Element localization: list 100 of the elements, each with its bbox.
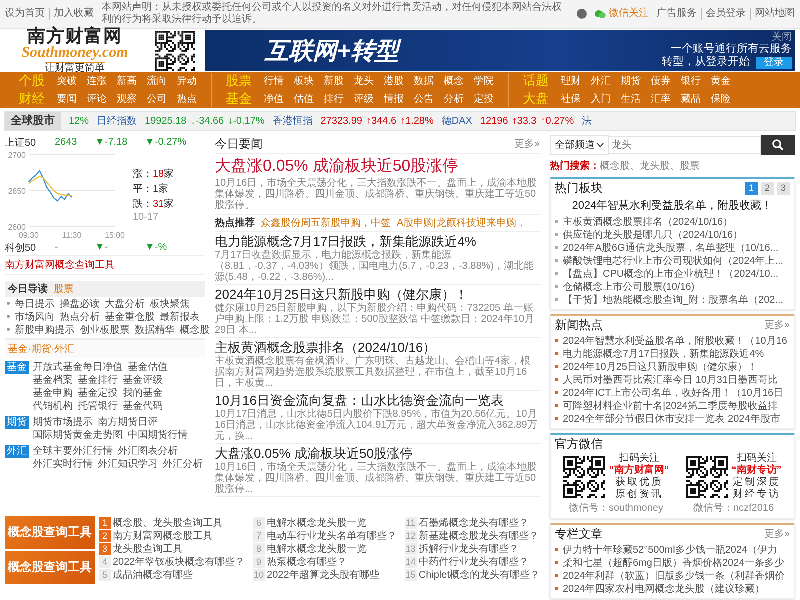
guide-link[interactable]: 基金代码 — [123, 400, 163, 413]
nav-link[interactable]: 理财 — [561, 74, 581, 88]
guide-link[interactable]: 期货市场提示 — [33, 416, 93, 429]
tool-list-link[interactable]: 新基建概念股龙头有哪些？ — [418, 528, 539, 542]
nav-link[interactable]: 港股 — [384, 74, 404, 88]
guide-link[interactable]: 国际期货黄金走势图 — [33, 429, 123, 442]
guide-link[interactable]: 创业板股票 — [80, 322, 130, 336]
article-link[interactable]: 可降塑材料企业前十名|2024第二季度每股收益排 — [563, 398, 778, 412]
guide-link[interactable]: 托管银行 — [78, 400, 118, 413]
nav-link[interactable]: 观察 — [117, 92, 137, 106]
guide-link[interactable]: 基金估值 — [128, 361, 168, 374]
nav-link[interactable]: 要闻 — [57, 92, 77, 106]
guide-link[interactable]: 板块聚焦 — [150, 296, 190, 310]
article-link[interactable]: 柔和七星（超醇6mg日版）香烟价格2024一条多少 — [563, 556, 785, 570]
article-link[interactable]: 2024年10月25日这只新股申购（健尔康）！ — [563, 360, 758, 374]
guide-link[interactable]: 概念股 — [180, 322, 210, 336]
article-link[interactable]: 【盘点】CPU概念的上市企业梳理！（2024/10... — [563, 266, 779, 280]
tool-list-link[interactable]: 热泵概念有哪些？ — [267, 554, 348, 568]
nav-link[interactable]: 汇率 — [651, 92, 671, 106]
nav-link[interactable]: 公告 — [414, 92, 434, 106]
nav-link[interactable]: 评级 — [354, 92, 374, 106]
tool-list-link[interactable]: 2022年翠钗板块概念有哪些？ — [113, 554, 246, 568]
guide-link[interactable]: 新股申购提示 — [15, 322, 75, 336]
nav-link[interactable]: 龙头 — [354, 74, 374, 88]
nav-link[interactable]: 估值 — [294, 92, 314, 106]
guide-link[interactable]: 我的基金 — [123, 387, 163, 400]
tool-list-link[interactable]: Chiplet概念的龙头有哪些？ — [418, 568, 540, 582]
guide-link[interactable]: 外汇实时行情 — [33, 458, 93, 471]
guide-link[interactable]: 外汇分析 — [163, 458, 203, 471]
nav-link[interactable]: 藏品 — [681, 92, 701, 106]
article-link[interactable]: 主板黄酒概念股票排名（2024/10/16） — [563, 214, 734, 228]
news-title-link[interactable]: 大盘涨0.05% 成渝板块近50股涨停 — [215, 446, 540, 461]
news-title-link[interactable]: 2024年10月25日这只新股申购（健尔康）！ — [215, 287, 540, 302]
nav-link[interactable]: 概念 — [444, 74, 464, 88]
article-link[interactable]: 伊力特十年珍藏52°500ml多少钱一瓶2024（伊力 — [563, 542, 778, 556]
ticker-link[interactable]: 德DAX — [442, 114, 472, 128]
guide-link[interactable]: 大盘分析 — [105, 296, 145, 310]
article-link[interactable]: 2024年ICT上市公司名单，收好备用！（10月16日 — [563, 386, 784, 400]
nav-link[interactable]: 突破 — [57, 74, 77, 88]
guide-link[interactable]: 基金申购 — [33, 387, 73, 400]
guide-link[interactable]: 最新报表 — [160, 310, 200, 324]
news-title-link[interactable]: 电力能源概念7月17日报跌，新集能源跌近4% — [215, 234, 540, 249]
channel-dropdown[interactable]: 全部频道 — [550, 135, 609, 155]
nav-link[interactable]: 外汇 — [591, 74, 611, 88]
article-link[interactable]: 磷酸铁锂电芯行业上市公司现状如何（2024年上... — [563, 254, 784, 268]
article-link[interactable]: 2024年A股6G通信龙头股票，名单整理（10/16... — [563, 240, 779, 254]
nav-link[interactable]: 社保 — [561, 92, 581, 106]
guide-link[interactable]: 南方期货日评 — [98, 416, 158, 429]
nav-link[interactable]: 排行 — [324, 92, 344, 106]
tool-list-link[interactable]: 石墨烯概念龙头有哪些？ — [418, 516, 529, 530]
nav-link[interactable]: 生活 — [621, 92, 641, 106]
article-link[interactable]: 仓储概念上市公司股票(10/16) — [563, 280, 695, 294]
top-link[interactable]: 网站地图 — [750, 8, 795, 20]
featured-link[interactable]: 2024年智慧水利受益股名单，附股收藏！ — [555, 198, 790, 213]
article-link[interactable]: 人民币对墨西哥比索汇率今日 10月31日墨西哥比 — [563, 372, 778, 386]
guide-link[interactable]: 中国期货行情 — [128, 429, 188, 442]
nav-link[interactable]: 数据 — [414, 74, 434, 88]
nav-link[interactable]: 入门 — [591, 92, 611, 106]
tool-list-link[interactable]: 龙头股查询工具 — [113, 542, 183, 556]
guide-link[interactable]: 基金评级 — [123, 374, 163, 387]
headline-link[interactable]: 大盘涨0.05% 成渝板块近50股涨停 — [215, 157, 540, 177]
nav-link[interactable]: 异动 — [177, 74, 197, 88]
tool-list-link[interactable]: 电解水概念龙头股一览 — [267, 516, 368, 530]
nav-link[interactable]: 净值 — [264, 92, 284, 106]
guide-link[interactable]: 基金定投 — [78, 387, 118, 400]
ticker-link[interactable]: 香港恒指 — [272, 114, 313, 128]
nav-link[interactable]: 新高 — [117, 74, 137, 88]
article-link[interactable]: 2024全年部分节假日休市安排一览表 2024年股市 — [563, 412, 780, 426]
nav-link[interactable]: 学院 — [474, 74, 494, 88]
news-title-link[interactable]: 主板黄酒概念股票排名（2024/10/16） — [215, 340, 540, 355]
close-icon[interactable] — [577, 9, 587, 19]
guide-link[interactable]: 基金排行 — [78, 374, 118, 387]
nav-link[interactable]: 债券 — [651, 74, 671, 88]
tool-list-link[interactable]: 中药件行业龙头有哪些？ — [418, 554, 529, 568]
article-link[interactable]: 电力能源概念7月17日报跌，新集能源跌近4% — [563, 346, 764, 360]
guide-link[interactable]: 开放式基金每日净值 — [33, 361, 123, 374]
more-link[interactable]: 更多» — [764, 527, 790, 541]
guide-link[interactable]: 外汇图表分析 — [118, 445, 178, 458]
nav-link[interactable]: 连涨 — [87, 74, 107, 88]
guide-link[interactable]: 热点分析 — [60, 310, 100, 324]
nav-link[interactable]: 定投 — [474, 92, 494, 106]
more-link[interactable]: 更多» — [514, 137, 540, 151]
article-link[interactable]: 2024年利群（软蓝）旧版多少钱一条（利群香烟价 — [563, 568, 786, 582]
ticker-link[interactable]: 日经指数 — [97, 114, 138, 128]
guide-link[interactable]: 基金档案 — [33, 374, 73, 387]
tool-list-link[interactable]: 电解水概念龙头股一览 — [267, 542, 368, 556]
tool-list-link[interactable]: 拆解行业龙头有哪些？ — [418, 542, 519, 556]
nav-link[interactable]: 银行 — [681, 74, 701, 88]
tool-list-link[interactable]: 概念股、龙头股查询工具 — [113, 516, 223, 530]
nav-link[interactable]: 行情 — [264, 74, 284, 88]
article-link[interactable]: 供应链的龙头股是哪几只（2024/10/16） — [563, 228, 744, 242]
news-title-link[interactable]: 10月16日资金流向复盘：山水比德资金流向一览表 — [215, 393, 540, 408]
article-link[interactable]: 2024年四家农村电网概念龙头股（建议珍藏） — [563, 582, 766, 596]
tool-list-link[interactable]: 南方财富网概念股工具 — [113, 528, 213, 542]
guide-link[interactable]: 全球主要外汇行情 — [33, 445, 113, 458]
guide-link[interactable]: 外汇知识学习 — [98, 458, 158, 471]
ticker-link[interactable]: 法 — [582, 114, 592, 128]
top-link[interactable]: 加入收藏 — [49, 8, 94, 20]
banner-close-link[interactable]: 关闭 — [772, 32, 792, 43]
nav-link[interactable]: 黄金 — [711, 74, 731, 88]
